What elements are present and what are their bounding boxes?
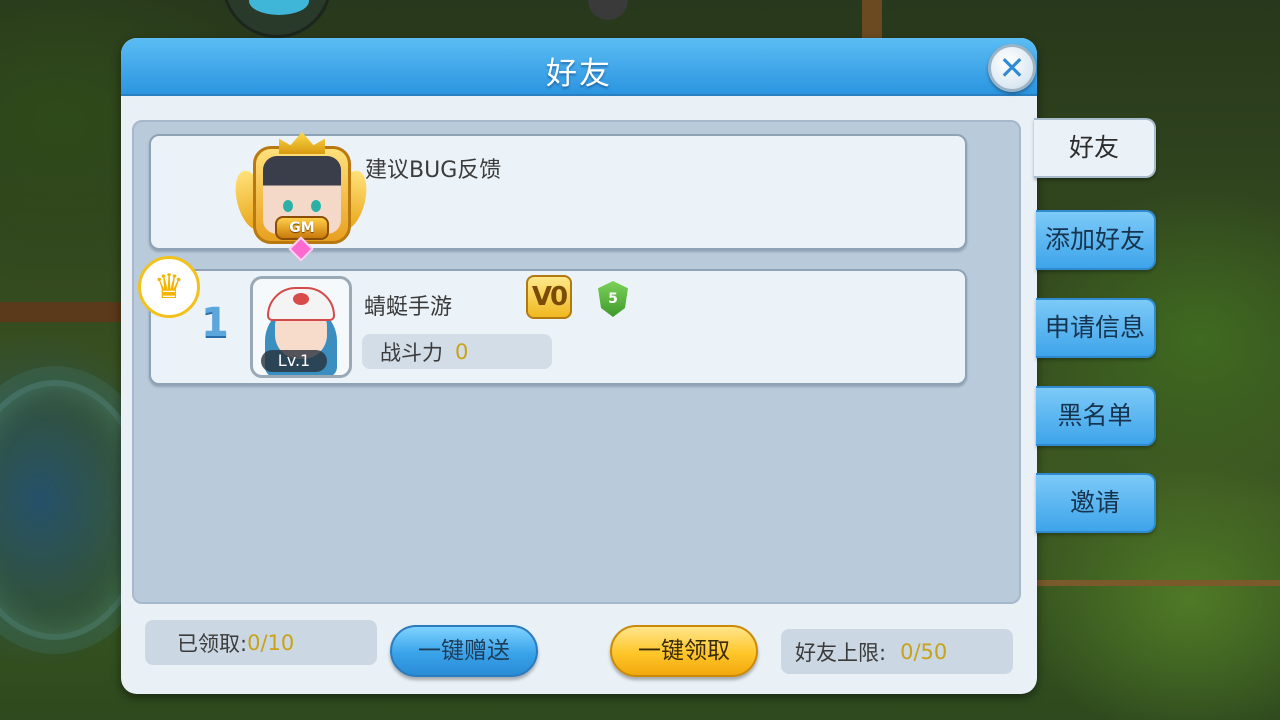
- tab-friends[interactable]: 好友: [1034, 118, 1156, 178]
- rank-crown-icon: ♛: [138, 256, 200, 318]
- background-tree-trunk: [862, 0, 882, 38]
- gm-feedback-label: 建议BUG反馈: [365, 158, 502, 183]
- power-label: 战斗力: [380, 340, 443, 365]
- claimed-value: 0/10: [247, 630, 295, 655]
- close-icon: ✕: [998, 49, 1026, 87]
- power-box: 战斗力 0: [362, 334, 552, 369]
- eye-left: [283, 200, 293, 212]
- tab-invite[interactable]: 邀请: [1036, 473, 1156, 533]
- friend-limit-value: 0/50: [900, 639, 948, 664]
- friend-avatar[interactable]: Lv.1: [250, 276, 352, 378]
- friend-rank: 1: [201, 300, 229, 346]
- tab-blacklist[interactable]: 黑名单: [1036, 386, 1156, 446]
- gm-avatar[interactable]: GM: [230, 130, 372, 262]
- claimed-counter: 已领取: 0/10: [145, 620, 377, 665]
- claim-all-button[interactable]: 一键领取: [610, 625, 758, 677]
- crown-icon: [279, 132, 325, 154]
- friend-name: 蜻蜓手游: [364, 295, 453, 320]
- vip-badge: V0: [526, 275, 572, 319]
- friend-limit: 好友上限: 0/50: [781, 629, 1013, 674]
- friend-level: Lv.1: [261, 350, 327, 372]
- close-button[interactable]: ✕: [988, 44, 1036, 92]
- send-all-button[interactable]: 一键赠送: [390, 625, 538, 677]
- dialog-header: 好友: [121, 38, 1037, 96]
- background-map-pin: [588, 0, 628, 20]
- claimed-label: 已领取:: [177, 631, 248, 656]
- dialog-title: 好友: [546, 56, 612, 92]
- background-fence: [1036, 580, 1280, 586]
- background-map-badge: [222, 0, 332, 38]
- power-value: 0: [455, 339, 469, 364]
- eye-right: [311, 200, 321, 212]
- tab-requests[interactable]: 申请信息: [1036, 298, 1156, 358]
- cap-logo-icon: [293, 293, 309, 305]
- tab-add-friend[interactable]: 添加好友: [1036, 210, 1156, 270]
- friend-limit-label: 好友上限:: [795, 640, 887, 665]
- background-log: [0, 302, 130, 322]
- fish-icon: [249, 0, 309, 15]
